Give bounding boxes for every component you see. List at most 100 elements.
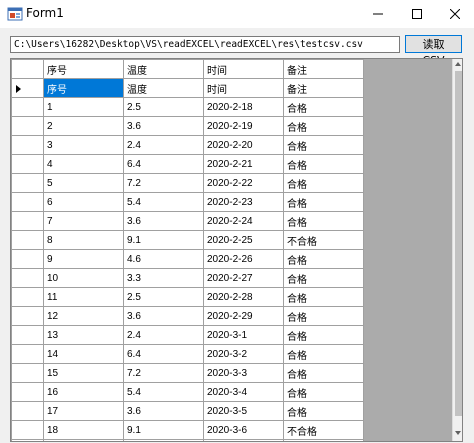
cell-remark[interactable]: 合格 [283, 192, 364, 212]
cell-temperature[interactable]: 4.6 [123, 439, 204, 441]
cell-time[interactable]: 2020-2-19 [203, 116, 284, 136]
row-header[interactable] [11, 363, 44, 383]
cell-index[interactable]: 序号 [43, 78, 124, 98]
table-row[interactable]: 14 6.4 2020-3-2 合格 [11, 344, 364, 364]
row-header[interactable] [11, 287, 44, 307]
cell-temperature[interactable]: 2.5 [123, 97, 204, 117]
cell-index[interactable]: 12 [43, 306, 124, 326]
cell-remark[interactable]: 合格 [283, 363, 364, 383]
cell-temperature[interactable]: 6.4 [123, 154, 204, 174]
column-header-time[interactable]: 时间 [203, 59, 284, 79]
cell-index[interactable]: 11 [43, 287, 124, 307]
read-csv-button[interactable]: 读取CSV [405, 35, 462, 67]
row-header[interactable] [11, 116, 44, 136]
cell-remark[interactable]: 合格 [283, 325, 364, 345]
row-header[interactable] [11, 230, 44, 250]
cell-time[interactable]: 2020-2-21 [203, 154, 284, 174]
table-row[interactable]: 18 9.1 2020-3-6 不合格 [11, 420, 364, 440]
cell-remark[interactable]: 合格 [283, 211, 364, 231]
row-header[interactable] [11, 97, 44, 117]
cell-index[interactable]: 3 [43, 135, 124, 155]
cell-index[interactable]: 18 [43, 420, 124, 440]
cell-remark[interactable]: 合格 [283, 401, 364, 421]
cell-time[interactable]: 2020-2-28 [203, 287, 284, 307]
cell-temperature[interactable]: 2.4 [123, 325, 204, 345]
table-row[interactable]: 3 2.4 2020-2-20 合格 [11, 135, 364, 155]
table-row[interactable]: 12 3.6 2020-2-29 合格 [11, 306, 364, 326]
table-row[interactable]: 6 5.4 2020-2-23 合格 [11, 192, 364, 212]
cell-time[interactable]: 2020-2-23 [203, 192, 284, 212]
cell-remark[interactable]: 合格 [283, 306, 364, 326]
column-header-remark[interactable]: 备注 [283, 59, 364, 79]
cell-index[interactable]: 4 [43, 154, 124, 174]
table-row[interactable]: 序号 温度 时间 备注 [11, 78, 364, 98]
vertical-scrollbar[interactable] [452, 59, 462, 441]
cell-remark[interactable]: 合格 [283, 249, 364, 269]
file-path-input[interactable] [10, 36, 400, 53]
cell-remark[interactable]: 不合格 [283, 420, 364, 440]
row-header[interactable] [11, 78, 44, 98]
table-row[interactable]: 1 2.5 2020-2-18 合格 [11, 97, 364, 117]
row-header[interactable] [11, 135, 44, 155]
cell-time[interactable]: 2020-2-20 [203, 135, 284, 155]
table-row[interactable]: 17 3.6 2020-3-5 合格 [11, 401, 364, 421]
cell-index[interactable]: 7 [43, 211, 124, 231]
table-row[interactable]: 9 4.6 2020-2-26 合格 [11, 249, 364, 269]
scroll-up-arrow-icon[interactable] [455, 62, 461, 66]
cell-remark[interactable]: 合格 [283, 173, 364, 193]
table-row[interactable]: 15 7.2 2020-3-3 合格 [11, 363, 364, 383]
table-row[interactable]: 194.62020-3-7合格 [11, 439, 364, 441]
cell-temperature[interactable]: 5.4 [123, 382, 204, 402]
table-row[interactable]: 10 3.3 2020-2-27 合格 [11, 268, 364, 288]
cell-time[interactable]: 2020-3-6 [203, 420, 284, 440]
scrollbar-thumb[interactable] [455, 71, 462, 416]
cell-remark[interactable]: 合格 [283, 439, 364, 441]
cell-index[interactable]: 5 [43, 173, 124, 193]
cell-time[interactable]: 2020-3-5 [203, 401, 284, 421]
cell-time[interactable]: 2020-2-22 [203, 173, 284, 193]
cell-index[interactable]: 10 [43, 268, 124, 288]
row-header[interactable] [11, 439, 44, 441]
row-header[interactable] [11, 325, 44, 345]
table-row[interactable]: 13 2.4 2020-3-1 合格 [11, 325, 364, 345]
cell-temperature[interactable]: 9.1 [123, 420, 204, 440]
cell-remark[interactable]: 合格 [283, 116, 364, 136]
cell-index[interactable]: 17 [43, 401, 124, 421]
row-header[interactable] [11, 249, 44, 269]
minimize-button[interactable] [359, 0, 397, 28]
cell-temperature[interactable]: 2.5 [123, 287, 204, 307]
row-header[interactable] [11, 154, 44, 174]
cell-temperature[interactable]: 3.6 [123, 211, 204, 231]
row-header[interactable] [11, 420, 44, 440]
cell-time[interactable]: 2020-3-1 [203, 325, 284, 345]
cell-index[interactable]: 8 [43, 230, 124, 250]
cell-time[interactable]: 2020-3-2 [203, 344, 284, 364]
row-header[interactable] [11, 192, 44, 212]
cell-temperature[interactable]: 3.3 [123, 268, 204, 288]
cell-index[interactable]: 14 [43, 344, 124, 364]
data-grid[interactable]: 序号 温度 时间 备注 序号 温度 时间 备注 1 2.5 2020-2-18 合格 2 3.6 2… [10, 58, 463, 442]
cell-time[interactable]: 2020-2-18 [203, 97, 284, 117]
cell-time[interactable]: 2020-3-3 [203, 363, 284, 383]
cell-temperature[interactable]: 3.6 [123, 401, 204, 421]
cell-time[interactable]: 2020-2-25 [203, 230, 284, 250]
table-row[interactable]: 4 6.4 2020-2-21 合格 [11, 154, 364, 174]
row-header[interactable] [11, 211, 44, 231]
row-header[interactable] [11, 306, 44, 326]
cell-index[interactable]: 9 [43, 249, 124, 269]
cell-index[interactable]: 13 [43, 325, 124, 345]
table-row[interactable]: 5 7.2 2020-2-22 合格 [11, 173, 364, 193]
column-header-index[interactable]: 序号 [43, 59, 124, 79]
cell-remark[interactable]: 合格 [283, 344, 364, 364]
cell-time[interactable]: 时间 [203, 78, 284, 98]
row-header[interactable] [11, 401, 44, 421]
cell-time[interactable]: 2020-2-29 [203, 306, 284, 326]
maximize-button[interactable] [398, 0, 436, 28]
close-button[interactable] [436, 0, 474, 28]
cell-index[interactable]: 1 [43, 97, 124, 117]
cell-remark[interactable]: 合格 [283, 382, 364, 402]
row-header[interactable] [11, 268, 44, 288]
row-header[interactable] [11, 173, 44, 193]
cell-temperature[interactable]: 3.6 [123, 116, 204, 136]
table-row[interactable]: 16 5.4 2020-3-4 合格 [11, 382, 364, 402]
